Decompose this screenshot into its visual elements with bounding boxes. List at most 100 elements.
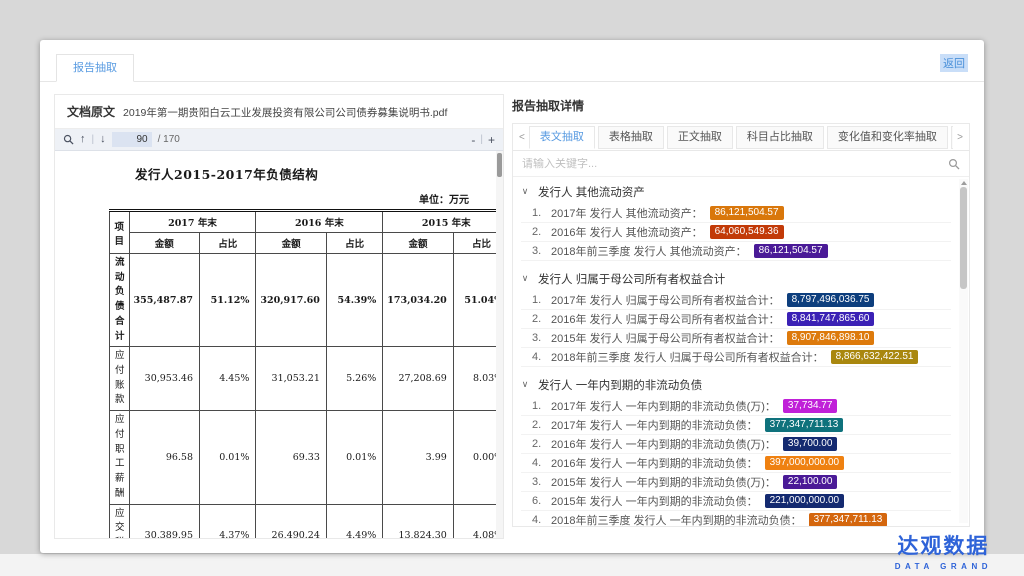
row-label: 应交税费 bbox=[110, 504, 130, 538]
table-cell: 31,053.21 bbox=[256, 347, 327, 411]
zoom-in-button[interactable]: + bbox=[488, 133, 495, 147]
table-cell: 4.37% bbox=[200, 504, 256, 538]
section-header[interactable]: ∨ 发行人 归属于母公司所有者权益合计 bbox=[521, 266, 951, 291]
extraction-item[interactable]: 1.2017年 发行人 其他流动资产：86,121,504.57 bbox=[521, 204, 951, 223]
tab-extraction-0[interactable]: 表文抽取 bbox=[529, 126, 595, 149]
back-button[interactable]: 返回 bbox=[940, 54, 968, 72]
item-number: 1. bbox=[521, 294, 551, 306]
extraction-list: ∨ 发行人 其他流动资产 1.2017年 发行人 其他流动资产：86,121,504… bbox=[513, 177, 969, 526]
table-cell: 96.58 bbox=[129, 411, 200, 504]
column-subheader: 占比 bbox=[200, 233, 256, 254]
keyword-search-bar bbox=[513, 151, 969, 177]
column-subheader: 金额 bbox=[129, 233, 200, 254]
extraction-item[interactable]: 3.2015年 发行人 归属于母公司所有者权益合计：8,907,846,898.… bbox=[521, 329, 951, 348]
section-header[interactable]: ∨发行人 一年内到期的非流动负债 bbox=[521, 372, 951, 397]
extraction-column: 报告抽取详情 < 表文抽取表格抽取正文抽取科目占比抽取变化值和变化率抽取董监高年… bbox=[512, 94, 970, 539]
extraction-item[interactable]: 3.2015年 发行人 一年内到期的非流动负债(万)：22,100.00 bbox=[521, 473, 951, 492]
extraction-item[interactable]: 2.2016年 发行人 其他流动资产：64,060,549.36 bbox=[521, 223, 951, 242]
table-row: 应付账款30,953.464.45%31,053.215.26%27,208.6… bbox=[110, 347, 504, 411]
search-icon[interactable] bbox=[63, 134, 74, 145]
chevron-down-icon: ∨ bbox=[521, 273, 529, 284]
item-text: 2018年前三季度 发行人 归属于母公司所有者权益合计： bbox=[551, 349, 824, 365]
value-badge: 39,700.00 bbox=[783, 437, 838, 451]
extraction-item[interactable]: 6.2015年 发行人 一年内到期的非流动负债：221,000,000.00 bbox=[521, 492, 951, 511]
top-tab-strip: 报告抽取 返回 bbox=[40, 40, 984, 82]
column-header-year: 2016 年末 bbox=[256, 211, 383, 233]
item-text: 2016年 发行人 其他流动资产： bbox=[551, 224, 703, 240]
value-badge: 221,000,000.00 bbox=[765, 494, 845, 508]
extraction-item[interactable]: 4.2016年 发行人 一年内到期的非流动负债：397,000,000.00 bbox=[521, 454, 951, 473]
item-number: 1. bbox=[521, 400, 551, 412]
table-cell: 0.01% bbox=[326, 411, 382, 504]
table-cell: 4.45% bbox=[200, 347, 256, 411]
document-source-label: 文档原文 bbox=[67, 105, 115, 119]
item-text: 2017年 发行人 一年内到期的非流动负债： bbox=[551, 417, 758, 433]
item-text: 2015年 发行人 一年内到期的非流动负债(万)： bbox=[551, 474, 776, 490]
item-text: 2015年 发行人 一年内到期的非流动负债： bbox=[551, 493, 758, 509]
scrollbar-thumb[interactable] bbox=[497, 153, 502, 177]
table-cell: 173,034.20 bbox=[383, 254, 454, 347]
tabs-scroll-left-icon[interactable]: < bbox=[515, 132, 529, 143]
tabs-scroll-right-icon[interactable]: > bbox=[953, 132, 967, 143]
value-badge: 86,121,504.57 bbox=[754, 244, 828, 258]
scroll-up-icon[interactable] bbox=[961, 181, 967, 185]
zoom-out-button[interactable]: - bbox=[471, 133, 475, 147]
value-badge: 397,000,000.00 bbox=[765, 456, 845, 470]
chevron-down-icon: ∨ bbox=[521, 186, 529, 197]
tab-extraction-2[interactable]: 正文抽取 bbox=[667, 126, 733, 149]
page-number-input[interactable] bbox=[112, 132, 152, 147]
column-subheader: 金额 bbox=[383, 233, 454, 254]
document-filename: 2019年第一期贵阳白云工业发展投资有限公司公司债券募集说明书.pdf bbox=[123, 107, 447, 119]
scrollbar-thumb[interactable] bbox=[960, 187, 967, 289]
page-down-icon[interactable]: ↓ bbox=[100, 134, 106, 145]
datagrand-logo: 达观数据 DATA GRAND bbox=[895, 530, 992, 571]
page-up-icon[interactable]: ↑ bbox=[80, 134, 86, 145]
extraction-item[interactable]: 1.2017年 发行人 归属于母公司所有者权益合计：8,797,496,036.… bbox=[521, 291, 951, 310]
table-cell: 3.99 bbox=[383, 411, 454, 504]
tab-extraction-3[interactable]: 科目占比抽取 bbox=[736, 126, 824, 149]
extraction-section: ∨发行人 一年内到期的非流动负债1.2017年 发行人 一年内到期的非流动负债(… bbox=[521, 372, 951, 526]
column-header-year: 2017 年末 bbox=[129, 211, 256, 233]
value-badge: 8,841,747,865.60 bbox=[787, 312, 875, 326]
section-title: 发行人 其他流动资产 bbox=[538, 184, 645, 200]
table-cell: 26,490.24 bbox=[256, 504, 327, 538]
table-cell: 30,389.95 bbox=[129, 504, 200, 538]
search-icon[interactable] bbox=[948, 158, 960, 170]
table-row: 应交税费30,389.954.37%26,490.244.49%13,824.3… bbox=[110, 504, 504, 538]
table-cell: 27,208.69 bbox=[383, 347, 454, 411]
section-header[interactable]: ∨ 发行人 其他流动资产 bbox=[521, 179, 951, 204]
pdf-page[interactable]: 发行人2015-2017年负债结构 单位：万元 项目2017 年末2016 年末… bbox=[55, 151, 503, 538]
item-number: 3. bbox=[521, 332, 551, 344]
extraction-item[interactable]: 2.2016年 发行人 一年内到期的非流动负债(万)：39,700.00 bbox=[521, 435, 951, 454]
section-title: 发行人 归属于母公司所有者权益合计 bbox=[538, 271, 725, 287]
page-total-label: / 170 bbox=[158, 134, 180, 145]
keyword-search-input[interactable] bbox=[522, 158, 948, 170]
document-scrollbar[interactable] bbox=[496, 151, 503, 538]
item-number: 2. bbox=[521, 226, 551, 238]
extraction-item[interactable]: 2.2017年 发行人 一年内到期的非流动负债：377,347,711.13 bbox=[521, 416, 951, 435]
table-cell: 69.33 bbox=[256, 411, 327, 504]
item-number: 2. bbox=[521, 313, 551, 325]
tab-extraction-4[interactable]: 变化值和变化率抽取 bbox=[827, 126, 948, 149]
item-text: 2018年前三季度 发行人 一年内到期的非流动负债： bbox=[551, 512, 802, 526]
extraction-item[interactable]: 1.2017年 发行人 一年内到期的非流动负债(万)：37,734.77 bbox=[521, 397, 951, 416]
table-cell: 5.26% bbox=[326, 347, 382, 411]
extraction-panel: < 表文抽取表格抽取正文抽取科目占比抽取变化值和变化率抽取董监高年龄抽取变动趋势… bbox=[512, 123, 970, 527]
list-scrollbar[interactable] bbox=[959, 179, 968, 523]
document-header: 文档原文 2019年第一期贵阳白云工业发展投资有限公司公司债券募集说明书.pdf bbox=[55, 95, 503, 129]
table-subheader-row: 金额占比金额占比金额占比 bbox=[110, 233, 504, 254]
tab-extraction-1[interactable]: 表格抽取 bbox=[598, 126, 664, 149]
footer-strip bbox=[0, 554, 1024, 576]
value-badge: 8,797,496,036.75 bbox=[787, 293, 875, 307]
table-header-row: 项目2017 年末2016 年末2015 年末 bbox=[110, 211, 504, 233]
item-number: 4. bbox=[521, 351, 551, 363]
extraction-item[interactable]: 4.2018年前三季度 发行人 一年内到期的非流动负债：377,347,711.… bbox=[521, 511, 951, 526]
item-number: 4. bbox=[521, 457, 551, 469]
tab-report-extraction[interactable]: 报告抽取 bbox=[56, 54, 134, 82]
column-header-item: 项目 bbox=[110, 211, 130, 254]
extraction-item[interactable]: 4.2018年前三季度 发行人 归属于母公司所有者权益合计：8,866,632,… bbox=[521, 348, 951, 367]
extraction-item[interactable]: 3.2018年前三季度 发行人 其他流动资产：86,121,504.57 bbox=[521, 242, 951, 261]
extraction-item[interactable]: 2.2016年 发行人 归属于母公司所有者权益合计：8,841,747,865.… bbox=[521, 310, 951, 329]
column-subheader: 金额 bbox=[256, 233, 327, 254]
extraction-section: ∨ 发行人 归属于母公司所有者权益合计 1.2017年 发行人 归属于母公司所有者权… bbox=[521, 266, 951, 367]
